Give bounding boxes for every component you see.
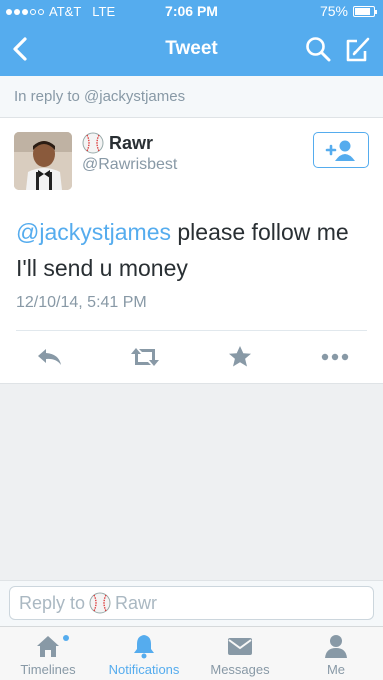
follow-button[interactable]: [313, 132, 369, 168]
tab-bar: Timelines Notifications Messages Me: [0, 626, 383, 680]
add-user-icon: [325, 140, 355, 161]
tab-label: Notifications: [108, 662, 180, 677]
tweet-timestamp: 12/10/14, 5:41 PM: [16, 294, 147, 311]
bell-icon: [134, 635, 154, 659]
tab-label: Me: [326, 662, 346, 677]
battery-icon: [353, 5, 377, 17]
avatar[interactable]: [14, 132, 72, 190]
tab-label: Messages: [210, 662, 270, 677]
search-icon[interactable]: [305, 36, 331, 62]
status-bar: AT&T LTE 7:06 PM 75%: [0, 0, 383, 22]
envelope-icon: [228, 638, 252, 655]
tab-me[interactable]: Me: [288, 627, 383, 680]
author-handle[interactable]: @Rawrisbest: [82, 156, 177, 174]
home-icon: [37, 636, 59, 657]
reply-bar: Reply to Rawr: [0, 580, 383, 626]
divider: [16, 330, 367, 331]
reply-placeholder-name: Rawr: [115, 592, 158, 613]
baseball-icon: [89, 592, 111, 614]
battery-percent: 75%: [319, 3, 348, 19]
tab-notifications[interactable]: Notifications: [96, 627, 192, 680]
navigation-bar: Tweet: [0, 22, 383, 76]
unread-indicator: [63, 635, 69, 641]
status-bar-right: 75%: [319, 3, 377, 19]
tab-timelines[interactable]: Timelines: [0, 627, 96, 680]
header: AT&T LTE 7:06 PM 75% Tweet: [0, 0, 383, 76]
tweet-actions: [0, 332, 383, 384]
tab-label: Timelines: [20, 662, 76, 677]
reply-placeholder-prefix: Reply to: [19, 592, 86, 613]
reply-icon[interactable]: [34, 343, 64, 371]
author-name-row[interactable]: Rawr: [82, 132, 153, 154]
more-icon[interactable]: [319, 343, 351, 371]
in-reply-to-text: In reply to @jackystjames: [14, 88, 186, 105]
in-reply-to-banner[interactable]: In reply to @jackystjames: [0, 76, 383, 118]
author-name: Rawr: [109, 132, 154, 153]
baseball-icon: [82, 132, 104, 154]
person-icon: [325, 635, 347, 658]
tab-messages[interactable]: Messages: [192, 627, 288, 680]
tweet-text: @jackystjames please follow me I'll send…: [16, 214, 371, 286]
tweet-detail: Rawr @Rawrisbest @jackystjames please fo…: [0, 118, 383, 384]
compose-icon[interactable]: [343, 35, 371, 63]
mention-link[interactable]: @jackystjames: [16, 219, 171, 245]
favorite-icon[interactable]: [225, 343, 255, 371]
retweet-icon[interactable]: [128, 343, 162, 371]
profile-photo: [14, 132, 72, 190]
reply-input[interactable]: Reply to Rawr: [9, 586, 374, 620]
